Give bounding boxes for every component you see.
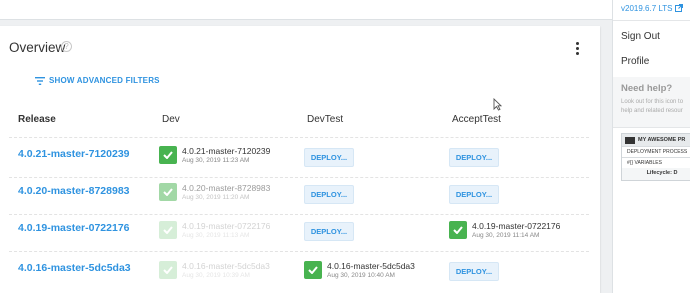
help-text-line: Look out for this icon to — [621, 99, 684, 105]
profile-link[interactable]: Profile — [621, 56, 649, 67]
column-header-devtest: DevTest — [307, 114, 344, 125]
filter-icon — [35, 76, 45, 85]
success-check-icon — [159, 221, 177, 239]
version-label: v2019.6.7 LTS — [621, 4, 673, 13]
column-header-accepttest: AcceptTest — [452, 114, 501, 125]
version-link[interactable]: v2019.6.7 LTS — [621, 4, 683, 13]
mini-project-title: MY AWESOME PR — [638, 137, 686, 143]
project-thumbnail: MY AWESOME PR DEPLOYMENT PROCESS #{} VAR… — [621, 133, 690, 181]
deploy-button[interactable]: DEPLOY... — [304, 148, 354, 167]
dev-deployment[interactable]: 4.0.20-master-8728983 Aug 30, 2019 11:20 … — [159, 183, 270, 202]
row-divider — [9, 137, 589, 138]
project-logo-icon — [625, 136, 635, 144]
success-check-icon — [159, 146, 177, 164]
deploy-button[interactable]: DEPLOY... — [449, 148, 499, 167]
deployment-version: 4.0.16-master-5dc5da3 — [182, 261, 270, 271]
deploy-button[interactable]: DEPLOY... — [449, 262, 499, 281]
card-title: Overview — [9, 40, 66, 55]
deployment-date: Aug 30, 2019 11:13 AM — [182, 232, 250, 239]
help-title: Need help? — [621, 83, 673, 94]
success-check-icon — [159, 183, 177, 201]
deployment-date: Aug 30, 2019 11:23 AM — [182, 157, 250, 164]
success-check-icon — [449, 221, 467, 239]
row-divider — [9, 251, 589, 252]
row-divider — [9, 177, 589, 178]
row-divider — [9, 214, 589, 215]
deployment-date: Aug 30, 2019 11:20 AM — [182, 194, 250, 201]
success-check-icon — [159, 261, 177, 279]
deployment-version: 4.0.19-master-0722176 — [472, 221, 561, 231]
help-text: Look out for this icon to help and relat… — [621, 98, 690, 116]
deployment-date: Aug 30, 2019 11:14 AM — [472, 232, 540, 239]
sidebar-divider — [613, 127, 690, 128]
account-sidebar: v2019.6.7 LTS Sign Out Profile Need help… — [612, 0, 690, 293]
filters-label: SHOW ADVANCED FILTERS — [49, 76, 160, 85]
mini-lifecycle: Lifecycle: D — [646, 170, 678, 176]
mini-variables-row: #{} VARIABLES — [622, 157, 690, 168]
dev-deployment[interactable]: 4.0.16-master-5dc5da3 Aug 30, 2019 10:39 … — [159, 261, 270, 280]
top-bar — [0, 0, 612, 20]
deployment-version: 4.0.16-master-5dc5da3 — [327, 261, 415, 271]
deploy-button[interactable]: DEPLOY... — [304, 222, 354, 241]
devtest-deployment[interactable]: 4.0.16-master-5dc5da3 Aug 30, 2019 10:40 … — [304, 261, 415, 280]
deploy-button[interactable]: DEPLOY... — [304, 185, 354, 204]
sidebar-divider — [613, 20, 690, 21]
deploy-button[interactable]: DEPLOY... — [449, 185, 499, 204]
external-link-icon — [674, 4, 683, 12]
release-link[interactable]: 4.0.21-master-7120239 — [18, 148, 130, 160]
release-link[interactable]: 4.0.20-master-8728983 — [18, 185, 130, 197]
help-text-line: help and related resour — [621, 108, 683, 114]
mouse-cursor-icon — [493, 98, 502, 111]
success-check-icon — [304, 261, 322, 279]
overview-card: Overview ? SHOW ADVANCED FILTERS Release… — [0, 26, 600, 293]
deployment-version: 4.0.21-master-7120239 — [182, 146, 271, 156]
more-options-icon[interactable] — [576, 42, 580, 57]
deployment-version: 4.0.20-master-8728983 — [182, 183, 271, 193]
deployment-date: Aug 30, 2019 10:39 AM — [182, 272, 250, 279]
deployment-date: Aug 30, 2019 10:40 AM — [327, 272, 395, 279]
column-header-dev: Dev — [162, 114, 180, 125]
dev-deployment[interactable]: 4.0.21-master-7120239 Aug 30, 2019 11:23 … — [159, 146, 270, 165]
accepttest-deployment[interactable]: 4.0.19-master-0722176 Aug 30, 2019 11:14 … — [449, 221, 560, 240]
deployment-version: 4.0.19-master-0722176 — [182, 221, 271, 231]
show-advanced-filters-button[interactable]: SHOW ADVANCED FILTERS — [35, 76, 160, 85]
sign-out-link[interactable]: Sign Out — [621, 31, 660, 42]
dev-deployment[interactable]: 4.0.19-master-0722176 Aug 30, 2019 11:13 … — [159, 221, 270, 240]
release-link[interactable]: 4.0.19-master-0722176 — [18, 222, 130, 234]
help-icon[interactable]: ? — [61, 41, 72, 52]
column-header-release: Release — [18, 114, 56, 125]
release-link[interactable]: 4.0.16-master-5dc5da3 — [18, 262, 131, 274]
mini-process-row: DEPLOYMENT PROCESS — [622, 146, 690, 157]
